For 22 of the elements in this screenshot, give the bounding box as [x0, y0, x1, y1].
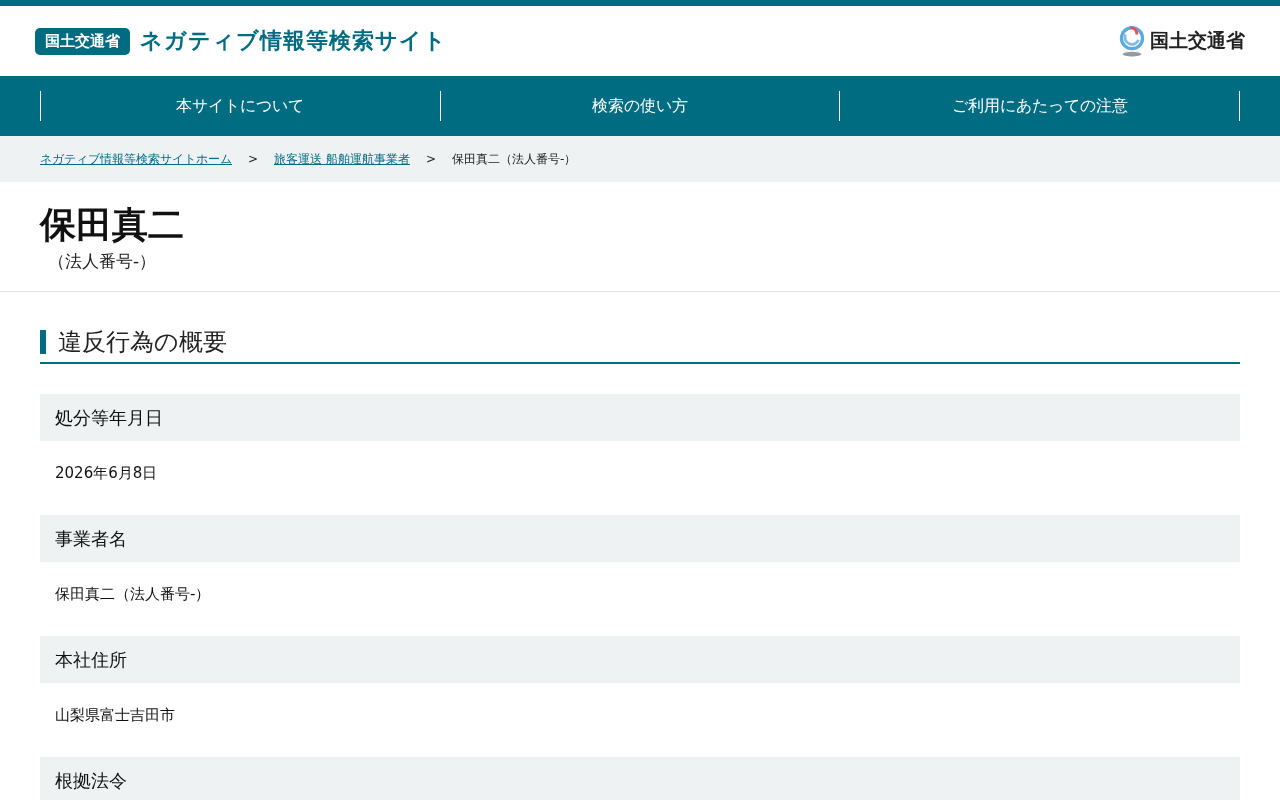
field-label: 処分等年月日	[40, 394, 1240, 441]
section-heading: 違反行為の概要	[40, 330, 1240, 364]
page-subtitle: （法人番号-）	[47, 250, 158, 273]
nav-link[interactable]: ご利用にあたっての注意	[839, 91, 1240, 121]
breadcrumb-link[interactable]: ネガティブ情報等検索サイトホーム	[40, 150, 232, 168]
field-value: 保田真二（法人番号-）	[54, 584, 212, 605]
nav-link[interactable]: 本サイトについて	[40, 91, 440, 121]
field-value: 山梨県富士吉田市	[54, 705, 176, 726]
field-value: 2026年6月8日	[54, 463, 159, 484]
breadcrumb-separator: >	[248, 152, 259, 166]
ministry-logo-text: 国土交通省	[1150, 28, 1245, 53]
ministry-badge: 国土交通省	[35, 27, 130, 55]
nav-link[interactable]: 検索の使い方	[439, 91, 840, 121]
breadcrumb-link[interactable]: 旅客運送 船舶運航事業者	[274, 150, 410, 168]
site-title[interactable]: ネガティブ情報等検索サイト	[140, 26, 447, 56]
page-title: 保田真二	[40, 203, 185, 247]
field-label: 根拠法令	[40, 757, 1240, 800]
field-label: 本社住所	[40, 636, 1240, 683]
breadcrumb-separator: >	[425, 152, 436, 166]
wave-emblem-icon	[1118, 25, 1146, 57]
breadcrumb-current: 保田真二（法人番号-）	[451, 150, 577, 168]
field-label: 事業者名	[40, 515, 1240, 562]
